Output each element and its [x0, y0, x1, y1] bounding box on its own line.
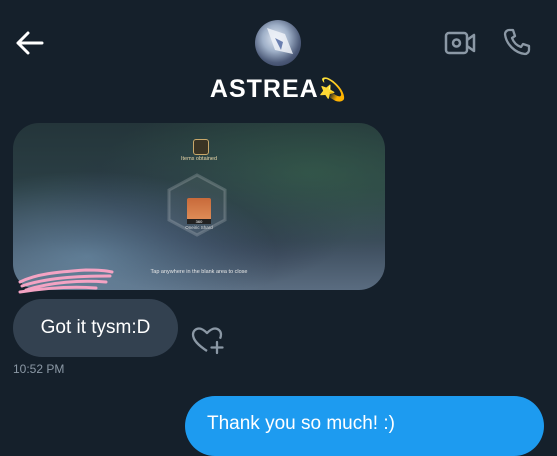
add-reaction-heart-icon[interactable]	[190, 325, 224, 355]
received-message-bubble[interactable]: Got it tysm:D	[13, 299, 178, 357]
sent-message-text: Thank you so much! :)	[207, 413, 395, 434]
message-timestamp: 10:52 PM	[13, 362, 65, 376]
phone-call-icon[interactable]	[502, 27, 532, 57]
item-name: Oneiric Shard	[185, 225, 213, 230]
received-message-text: Got it tysm:D	[40, 317, 151, 338]
items-obtained-label: Items obtained	[180, 156, 218, 162]
item-badge-icon	[193, 139, 209, 155]
sent-message-bubble[interactable]: Thank you so much! :)	[185, 396, 544, 456]
dizzy-emoji-icon: 💫	[318, 77, 348, 102]
avatar[interactable]	[255, 20, 301, 66]
contact-name-text: ASTREA	[209, 75, 319, 103]
item-count: 360	[187, 219, 211, 224]
back-arrow-icon[interactable]	[14, 28, 44, 58]
contact-name[interactable]: ASTREA💫	[0, 75, 557, 104]
shared-image[interactable]: Items obtained 360 Oneiric Shard Tap any…	[13, 123, 385, 290]
redaction-scribble	[18, 268, 114, 294]
video-call-icon[interactable]	[444, 30, 476, 56]
